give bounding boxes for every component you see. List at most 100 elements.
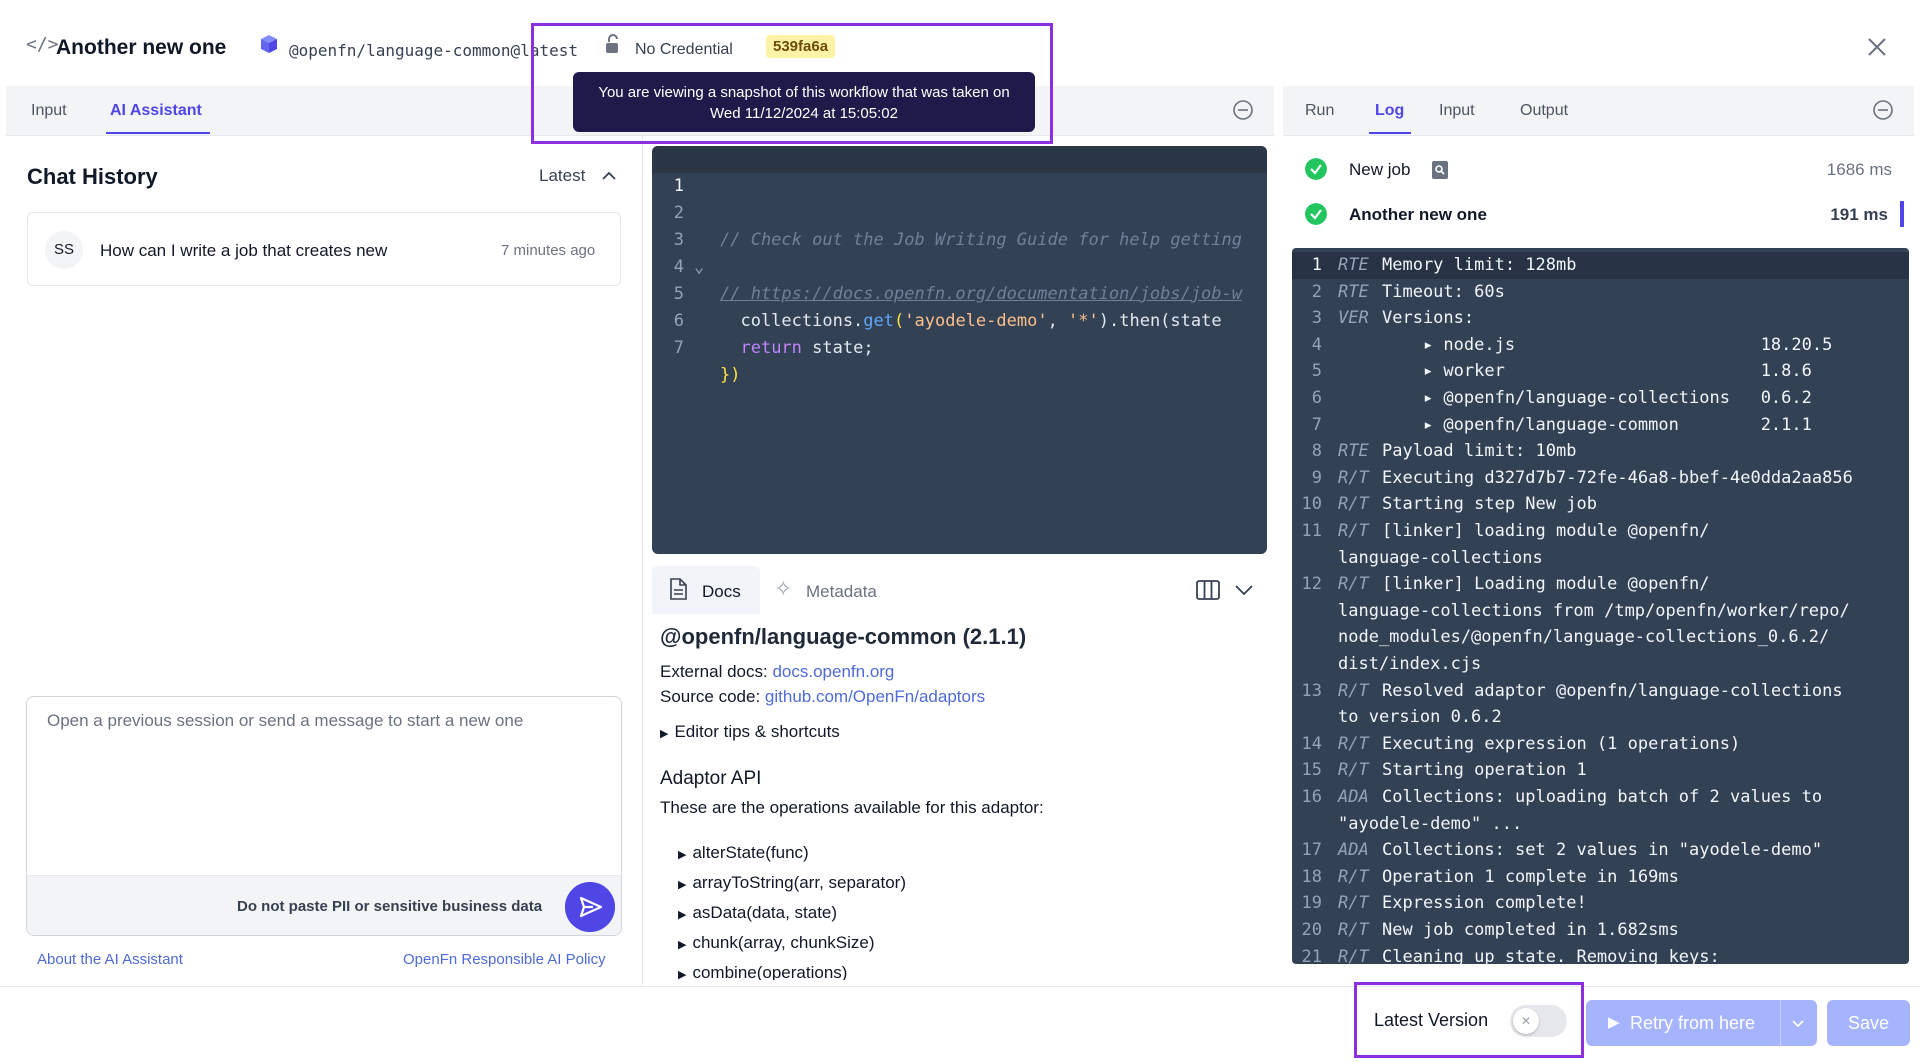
highlight-frame — [1354, 982, 1584, 1058]
chevron-up-icon[interactable] — [599, 166, 619, 186]
tab-input[interactable]: Input — [31, 102, 67, 120]
log-line: 17 ADA Collections: set 2 values in "ayode… — [1301, 840, 1823, 861]
chat-session-item[interactable]: SS How can I write a job that creates ne… — [27, 212, 621, 286]
source-code-link[interactable]: github.com/OpenFn/adaptors — [765, 687, 985, 706]
log-line: 10 R/T Starting step New job — [1301, 494, 1597, 515]
external-docs-row: External docs: docs.openfn.org — [660, 662, 895, 681]
docs-heading: @openfn/language-common (2.1.1) — [660, 624, 1027, 649]
external-docs-link[interactable]: docs.openfn.org — [772, 662, 894, 681]
log-line: 9 R/T Executing d327d7b7-72fe-46a8-bbef-4e… — [1311, 467, 1853, 488]
pii-warning: Do not paste PII or sensitive business d… — [237, 898, 543, 915]
log-line: 13 R/T Resolved adaptor @openfn/language-c… — [1301, 680, 1843, 701]
avatar: SS — [45, 231, 83, 269]
columns-icon[interactable] — [1195, 578, 1221, 602]
log-line: 11 R/T [linker] loading module @openfn/ — [1301, 521, 1710, 541]
split-divider — [1780, 1000, 1781, 1046]
tab-ai-assistant[interactable]: AI Assistant — [110, 102, 202, 120]
docs-panel: @openfn/language-common (2.1.1) External… — [652, 614, 1267, 980]
code-editor[interactable]: 1 2 // Check out the Job Writing Guide f… — [652, 146, 1267, 554]
api-item[interactable]: ▶ alterState(func) — [678, 843, 809, 863]
log-line: 20 R/T New job completed in 1.682sms — [1301, 920, 1679, 940]
footer: Latest Version ✕ ▶ Retry from here Save — [0, 986, 1920, 1062]
log-line: 1 RTE Memory limit: 128mb — [1292, 252, 1909, 279]
api-item[interactable]: ▶ arrayToString(arr, separator) — [678, 873, 906, 893]
editor-line: 7 }) — [673, 338, 741, 385]
tab-output[interactable]: Output — [1520, 102, 1568, 120]
highlight-frame — [531, 23, 1053, 144]
selected-step-indicator — [1900, 201, 1904, 227]
document-icon — [670, 578, 687, 600]
session-title: How can I write a job that creates new — [100, 241, 388, 260]
session-time: 7 minutes ago — [501, 242, 596, 259]
message-input[interactable]: Open a previous session or send a messag… — [47, 711, 523, 731]
editor-line: 4 — [673, 257, 684, 277]
chevron-down-icon[interactable] — [1233, 580, 1255, 600]
step-name: New job — [1349, 160, 1411, 179]
editor-tips-toggle[interactable]: ▶ Editor tips & shortcuts — [660, 722, 840, 742]
api-item[interactable]: ▶ combine(operations) — [678, 963, 847, 980]
message-composer[interactable]: Open a previous session or send a messag… — [26, 696, 622, 936]
log-line: to version 0.6.2 — [1338, 707, 1502, 728]
send-button[interactable] — [565, 882, 615, 932]
sparkles-icon: ✧ — [774, 576, 793, 601]
adaptor-api-description: These are the operations available for t… — [660, 798, 1044, 817]
api-item[interactable]: ▶ chunk(array, chunkSize) — [678, 933, 875, 953]
step-duration: 1686 ms — [1826, 160, 1892, 179]
api-item[interactable]: ▶ asData(data, state) — [678, 903, 837, 923]
retry-from-here-button[interactable]: ▶ Retry from here — [1586, 1000, 1817, 1046]
log-line: language-collections from /tmp/openfn/wo… — [1338, 600, 1850, 621]
adaptor-api-title: Adaptor API — [660, 768, 762, 789]
ai-assistant-panel: Chat History Latest SS How can I write a… — [6, 136, 643, 986]
sort-button[interactable]: Latest — [539, 166, 585, 186]
tab-log[interactable]: Log — [1375, 102, 1404, 120]
play-icon: ▶ — [1608, 1014, 1620, 1031]
log-line: 16 ADA Collections: uploading batch of 2 v… — [1301, 787, 1823, 807]
log-line: 4 ▸ node.js 18.20.5 — [1311, 334, 1833, 355]
source-code-row: Source code: github.com/OpenFn/adaptors — [660, 687, 986, 706]
editor-line: 1 — [652, 146, 1267, 196]
tab-run[interactable]: Run — [1305, 102, 1334, 120]
log-line: 19 R/T Expression complete! — [1301, 893, 1587, 914]
log-line: 3 VER Versions: — [1311, 308, 1475, 329]
collapse-icon[interactable] — [1872, 99, 1894, 121]
editor-line: 2 // Check out the Job Writing Guide for… — [673, 203, 1242, 250]
collapse-icon[interactable] — [1232, 99, 1254, 121]
log-line: 5 ▸ worker 1.8.6 — [1311, 361, 1812, 382]
active-tab-indicator — [106, 132, 210, 134]
log-line: 15 R/T Starting operation 1 — [1301, 760, 1587, 781]
log-line: 8 RTE Payload limit: 10mb — [1311, 441, 1577, 462]
log-line: 12 R/T [linker] Loading module @openfn/ — [1301, 574, 1710, 595]
step-name: Another new one — [1349, 205, 1487, 224]
tab-docs[interactable]: Docs — [652, 566, 760, 614]
run-log[interactable]: 1 RTE Memory limit: 128mb 2 RTE Timeout: 60s 3… — [1292, 248, 1909, 964]
log-line: 2 RTE Timeout: 60s — [1311, 281, 1505, 302]
tab-metadata[interactable]: ✧ Metadata — [770, 566, 900, 614]
step-duration: 191 ms — [1830, 205, 1888, 224]
tab-input-run[interactable]: Input — [1439, 102, 1475, 120]
log-line: 21 R/T Cleaning up state. Removing keys: — [1301, 946, 1720, 964]
log-line: "ayodele-demo" ... — [1338, 813, 1523, 834]
log-line: 6 ▸ @openfn/language-collections 0.6.2 — [1311, 388, 1812, 408]
about-ai-link[interactable]: About the AI Assistant — [37, 951, 183, 968]
docs-tabs: Docs ✧ Metadata — [652, 566, 1267, 614]
editor-line: 6 return state; — [673, 311, 874, 358]
check-circle-icon — [1305, 158, 1327, 180]
inspect-icon[interactable] — [1431, 160, 1449, 180]
ai-policy-link[interactable]: OpenFn Responsible AI Policy — [403, 951, 606, 968]
check-circle-icon — [1305, 203, 1327, 225]
code-icon: </> — [26, 34, 59, 55]
log-line: node_modules/@openfn/language-collection… — [1338, 627, 1830, 648]
log-line: 18 R/T Operation 1 complete in 169ms — [1301, 866, 1679, 887]
log-line: 7 ▸ @openfn/language-common 2.1.1 — [1311, 414, 1812, 435]
composer-footer: Do not paste PII or sensitive business d… — [27, 875, 621, 935]
editor-line: 5 collections.get('ayodele-demo', '*').t… — [673, 284, 1222, 331]
cube-icon — [261, 35, 277, 53]
editor-line: 3 ⌄ // https://docs.openfn.org/documenta… — [673, 230, 1242, 304]
step-row-another-new-one[interactable]: Another new one 191 ms — [1283, 195, 1914, 235]
save-button[interactable]: Save — [1827, 1000, 1910, 1046]
right-tabbar: Run Log Input Output — [1283, 86, 1914, 136]
chevron-down-icon[interactable] — [1790, 1015, 1806, 1031]
chat-history-title: Chat History — [27, 164, 158, 189]
step-row-new-job[interactable]: New job 1686 ms — [1283, 150, 1914, 190]
close-icon[interactable] — [1866, 36, 1888, 58]
